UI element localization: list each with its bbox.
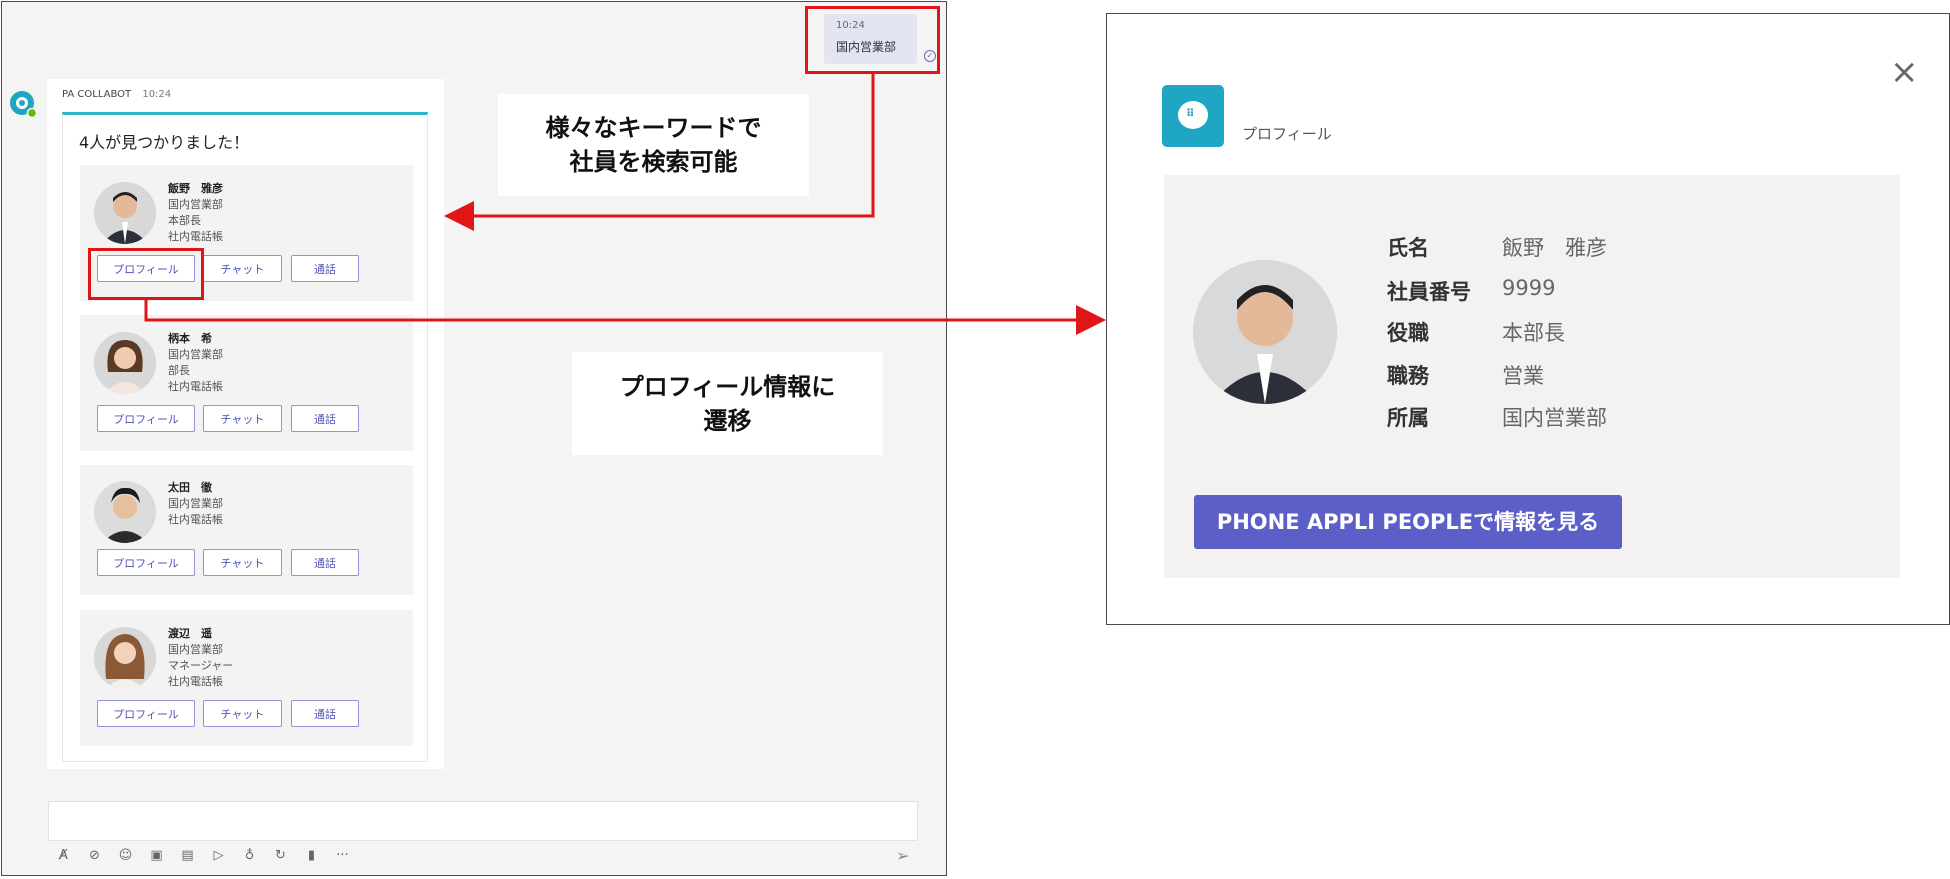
field-value-employee-number: 9999 xyxy=(1502,276,1556,300)
profile-button[interactable]: プロフィール xyxy=(97,405,195,432)
person-title: 本部長 xyxy=(168,214,201,227)
person-name: 太田 徹 xyxy=(168,481,212,494)
person-card-4: 渡辺 遥 国内営業部 マネージャー 社内電話帳 プロフィール チャット 通話 xyxy=(80,610,413,746)
field-value-position: 本部長 xyxy=(1502,321,1565,345)
field-label-position: 役職 xyxy=(1387,321,1429,345)
close-icon[interactable]: × xyxy=(1890,55,1919,89)
person-dept: 国内営業部 xyxy=(168,497,223,510)
person-photo xyxy=(94,481,156,543)
meet-icon[interactable]: ▷ xyxy=(209,848,228,863)
person-title: 部長 xyxy=(168,364,190,377)
dialog-title: プロフィール xyxy=(1242,125,1332,143)
person-dept: 国内営業部 xyxy=(168,348,223,361)
result-count-text: 4人が見つかりました！ xyxy=(79,133,250,152)
person-name: 柄本 希 xyxy=(168,332,212,345)
highlight-profile-button xyxy=(88,248,204,300)
field-value-name: 飯野 雅彦 xyxy=(1502,236,1607,260)
loop-icon[interactable]: ↻ xyxy=(271,848,290,863)
bot-name: PA COLLABOT xyxy=(62,89,132,100)
format-icon[interactable]: A̸ xyxy=(54,848,73,863)
app-icon: ⠿ xyxy=(1162,85,1224,147)
highlight-user-message xyxy=(805,6,940,74)
attach-icon[interactable]: ⊘ xyxy=(85,848,104,863)
person-info: 渡辺 遥 国内営業部 マネージャー 社内電話帳 xyxy=(168,626,233,690)
person-name: 渡辺 遥 xyxy=(168,627,212,640)
sticker-icon[interactable]: ▤ xyxy=(178,848,197,863)
send-icon[interactable]: ➢ xyxy=(896,846,909,865)
person-info: 太田 徹 国内営業部 社内電話帳 xyxy=(168,480,223,528)
more-icon[interactable]: ··· xyxy=(333,848,352,863)
person-directory: 社内電話帳 xyxy=(168,675,223,688)
field-value-department: 国内営業部 xyxy=(1502,406,1607,430)
bot-avatar-icon xyxy=(10,91,37,118)
gif-icon[interactable]: ▣ xyxy=(147,848,166,863)
call-button[interactable]: 通話 xyxy=(291,549,359,576)
field-label-department: 所属 xyxy=(1387,406,1429,430)
person-dept: 国内営業部 xyxy=(168,643,223,656)
apps-icon[interactable]: ▮ xyxy=(302,848,321,863)
person-photo xyxy=(94,332,156,394)
person-card-3: 太田 徹 国内営業部 社内電話帳 プロフィール チャット 通話 xyxy=(80,465,413,595)
bot-message-time: 10:24 xyxy=(142,89,172,100)
chat-button[interactable]: チャット xyxy=(203,700,282,727)
grid-dots-icon: ⠿ xyxy=(1186,107,1196,120)
person-info: 柄本 希 国内営業部 部長 社内電話帳 xyxy=(168,331,223,395)
person-info: 飯野 雅彦 国内営業部 本部長 社内電話帳 xyxy=(168,181,223,245)
person-directory: 社内電話帳 xyxy=(168,513,223,526)
profile-button[interactable]: プロフィール xyxy=(97,549,195,576)
profile-button[interactable]: プロフィール xyxy=(97,700,195,727)
call-button[interactable]: 通話 xyxy=(291,405,359,432)
person-title: マネージャー xyxy=(168,659,234,672)
person-directory: 社内電話帳 xyxy=(168,230,223,243)
chat-button[interactable]: チャット xyxy=(203,405,282,432)
emoji-icon[interactable]: ☺ xyxy=(116,848,135,863)
call-button[interactable]: 通話 xyxy=(291,700,359,727)
profile-photo xyxy=(1193,260,1337,404)
chat-button[interactable]: チャット xyxy=(203,255,282,282)
person-photo xyxy=(94,627,156,689)
person-photo xyxy=(94,182,156,244)
bot-message-header: PA COLLABOT 10:24 xyxy=(62,89,171,100)
praise-icon[interactable]: ♁ xyxy=(240,848,259,863)
profile-callout: プロフィール情報に 遷移 xyxy=(572,352,883,455)
chat-button[interactable]: チャット xyxy=(203,549,282,576)
person-card-2: 柄本 希 国内営業部 部長 社内電話帳 プロフィール チャット 通話 xyxy=(80,315,413,451)
field-label-employee-number: 社員番号 xyxy=(1387,280,1471,304)
field-label-job: 職務 xyxy=(1387,364,1429,388)
person-dept: 国内営業部 xyxy=(168,198,223,211)
search-callout: 様々なキーワードで 社員を検索可能 xyxy=(498,94,809,196)
compose-toolbar: A̸ ⊘ ☺ ▣ ▤ ▷ ♁ ↻ ▮ ··· xyxy=(54,848,352,863)
field-value-job: 営業 xyxy=(1502,364,1544,388)
person-name: 飯野 雅彦 xyxy=(168,182,223,195)
person-directory: 社内電話帳 xyxy=(168,380,223,393)
field-label-name: 氏名 xyxy=(1387,236,1429,260)
call-button[interactable]: 通話 xyxy=(291,255,359,282)
view-in-phone-appli-people-button[interactable]: PHONE APPLI PEOPLEで情報を見る xyxy=(1194,495,1622,549)
message-compose-input[interactable] xyxy=(48,801,918,841)
